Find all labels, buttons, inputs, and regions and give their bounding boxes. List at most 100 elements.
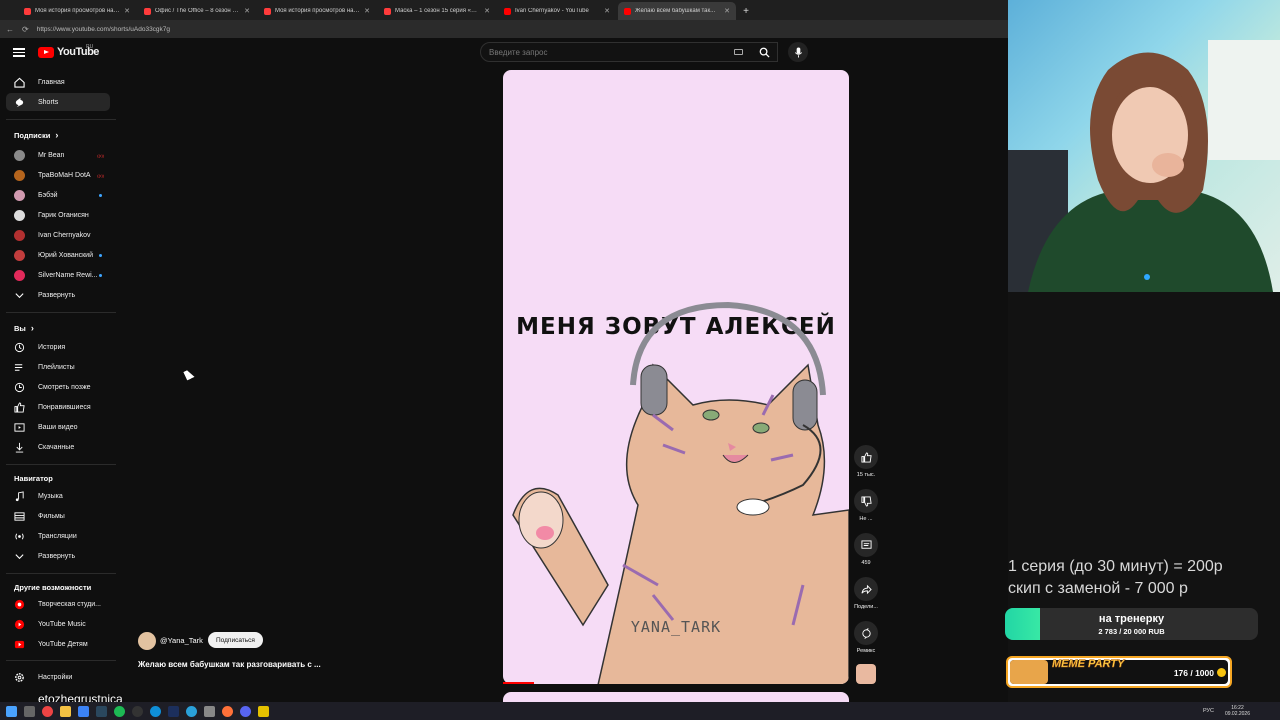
sidebar-item-label: Mr Bean (38, 151, 65, 159)
browser-tab[interactable]: Моя история просмотров на R... ✕ (258, 2, 376, 20)
youtube-logo[interactable]: YouTube RU (38, 44, 99, 58)
search-input[interactable]: Введите запрос (480, 42, 778, 62)
yt-music-icon (14, 619, 25, 630)
meme-party-count: 176 / 1000 (1173, 668, 1214, 678)
obs-icon[interactable] (132, 705, 143, 717)
remix-action[interactable]: Ремикс (852, 621, 880, 654)
browser-tab[interactable]: Маска – 1 сезон 15 серия «Разд... ✕ (378, 2, 496, 20)
remix-button[interactable] (854, 621, 878, 645)
sidebar-item-shorts[interactable]: Shorts (6, 93, 110, 111)
sidebar-item-playlist[interactable]: Плейлисты (6, 358, 110, 376)
app-icon[interactable] (78, 705, 89, 717)
sidebar-item-subscription[interactable]: Бэбэй (6, 186, 110, 204)
sidebar-item-subscription[interactable]: Ivan Chernyakov (6, 226, 110, 244)
chrome-icon[interactable] (42, 705, 53, 717)
sidebar-item-film[interactable]: Фильмы (6, 507, 110, 525)
photoshop-icon[interactable] (168, 705, 179, 717)
firefox-icon[interactable] (222, 705, 233, 717)
tab-close-icon[interactable]: ✕ (244, 7, 250, 15)
app2-icon[interactable] (204, 705, 215, 717)
keyboard-icon[interactable] (734, 49, 743, 55)
sidebar-item-thumb-up[interactable]: Понравившиеся (6, 398, 110, 416)
channel-name[interactable]: @Yana_Tark (160, 636, 203, 645)
edge-icon[interactable] (150, 705, 161, 717)
pause-icon[interactable] (258, 705, 269, 717)
search-taskbar-icon[interactable] (24, 705, 35, 717)
sound-thumbnail[interactable] (856, 664, 876, 684)
subscribe-button[interactable]: Подписаться (208, 632, 263, 648)
tab-close-icon[interactable]: ✕ (484, 7, 490, 15)
sidebar-item-label: Юрий Хованский (38, 251, 93, 259)
sidebar-item-music[interactable]: Музыка (6, 487, 110, 505)
sidebar-section-subscriptions[interactable]: Подписки › (14, 130, 58, 140)
sidebar-item-history[interactable]: История (6, 338, 110, 356)
tab-favicon-icon (264, 7, 271, 15)
browser-tab[interactable]: Офис / The Office – 8 сезон 7 се... ✕ (138, 2, 256, 20)
channel-avatar[interactable] (138, 632, 156, 650)
sidebar-item-live[interactable]: Трансляции (6, 527, 110, 545)
language-indicator[interactable]: РУС (1203, 708, 1214, 714)
sidebar-item-yt-kids[interactable]: YouTube Детям (6, 635, 110, 653)
comments-action[interactable]: 459 (852, 533, 880, 566)
sidebar-divider (6, 119, 116, 120)
sidebar-item-settings[interactable]: Настройки (6, 668, 110, 686)
like-action[interactable]: 15 тыс. (852, 445, 880, 478)
share-button[interactable] (854, 577, 878, 601)
sidebar-item-clock[interactable]: Смотреть позже (6, 378, 110, 396)
telegram-icon[interactable] (186, 705, 197, 717)
sidebar-item-label: Музыка (38, 492, 63, 500)
short-video-player[interactable]: МЕНЯ ЗОВУТ АЛЕКСЕЙ YANA_TARK (503, 70, 849, 684)
donation-goal-bar: на тренерку 2 783 / 20 000 RUB (1005, 608, 1258, 640)
sidebar-item-download[interactable]: Скачанные (6, 438, 110, 456)
short-title[interactable]: Желаю всем бабушкам так разговаривать с … (138, 660, 321, 669)
spotify-icon[interactable] (114, 705, 125, 717)
browser-tab[interactable]: Ivan Chernyakov - YouTube ✕ (498, 2, 616, 20)
like-button[interactable] (854, 445, 878, 469)
tab-close-icon[interactable]: ✕ (364, 7, 370, 15)
tab-close-icon[interactable]: ✕ (724, 7, 730, 15)
search-button[interactable] (750, 42, 778, 62)
download-icon (14, 442, 25, 453)
browser-tab[interactable]: Желаю всем бабушкам так... ✕ (618, 2, 736, 20)
steam-icon[interactable] (96, 705, 107, 717)
sidebar-item-home[interactable]: Главная (6, 73, 110, 91)
start-icon[interactable] (6, 705, 17, 717)
sidebar-item-subscription[interactable]: Гарик Оганисян (6, 206, 110, 224)
reload-icon[interactable]: ⟳ (22, 25, 29, 34)
meme-party-title: MEME PARTY (1052, 658, 1125, 670)
sidebar-expand-subscriptions[interactable]: Развернуть (6, 286, 110, 304)
next-short-preview[interactable] (503, 692, 849, 702)
new-content-dot (99, 253, 102, 257)
sidebar-item-subscription[interactable]: Mr Bean ((•)) (6, 146, 110, 164)
short-progress-bar[interactable] (503, 682, 535, 684)
share-action[interactable]: Подели... (852, 577, 880, 610)
browser-tab[interactable]: Моя история просмотров на R... ✕ (18, 2, 136, 20)
new-tab-button[interactable]: + (738, 2, 754, 20)
tab-close-icon[interactable]: ✕ (124, 7, 130, 15)
sidebar-item-chevron-down[interactable]: Развернуть (6, 547, 110, 565)
sidebar-section-navigator[interactable]: Навигатор (14, 474, 53, 483)
system-clock[interactable]: 16:22 09.02.2026 (1225, 705, 1250, 717)
sidebar-item-label: Shorts (38, 98, 59, 106)
dislike-action[interactable]: Не ... (852, 489, 880, 522)
sidebar-section-you[interactable]: Вы › (14, 323, 34, 333)
discord-icon[interactable] (240, 705, 251, 717)
tab-close-icon[interactable]: ✕ (604, 7, 610, 15)
sidebar-item-subscription[interactable]: SilverName Rewi... (6, 266, 110, 284)
tab-favicon-icon (624, 7, 631, 15)
browser-address-bar: ← ⟳ https://www.youtube.com/shorts/uAdo3… (0, 20, 1008, 38)
sidebar-item-subscription[interactable]: Юрий Хованский (6, 246, 110, 264)
hamburger-menu-icon[interactable] (13, 46, 25, 58)
sidebar-item-video[interactable]: Ваши видео (6, 418, 110, 436)
sidebar-item-subscription[interactable]: ТраВоМаН DotA ((•)) (6, 166, 110, 184)
back-icon[interactable]: ← (6, 25, 14, 34)
sidebar-item-yt-music[interactable]: YouTube Music (6, 615, 110, 633)
comments-button[interactable] (854, 533, 878, 557)
sidebar-item-studio[interactable]: Творческая студи... (6, 595, 110, 613)
sidebar-section-more[interactable]: Другие возможности (14, 583, 91, 592)
voice-search-button[interactable] (788, 42, 808, 62)
live-icon: ((•)) (97, 172, 104, 178)
dislike-button[interactable] (854, 489, 878, 513)
url-field[interactable]: https://www.youtube.com/shorts/uAdo33cgk… (37, 26, 170, 33)
explorer-icon[interactable] (60, 705, 71, 717)
